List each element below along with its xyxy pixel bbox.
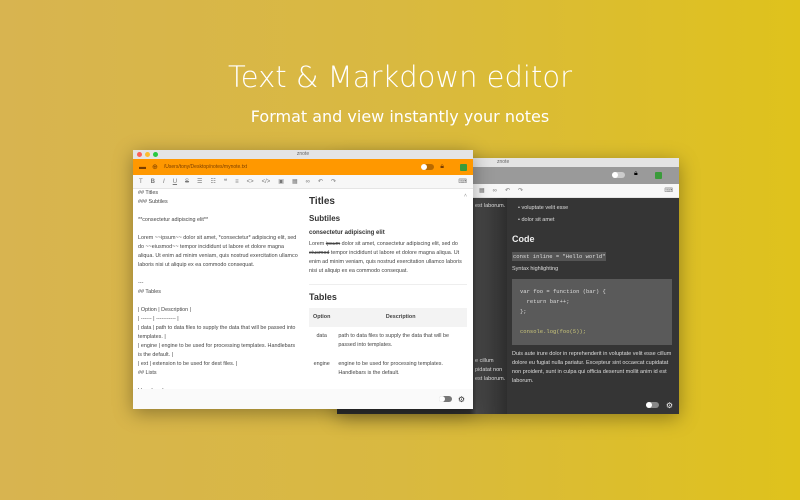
editor-line: **consectetur adipiscing elit**	[138, 217, 209, 223]
editor-line: | data | path to data files to supply th…	[138, 325, 296, 340]
paragraph: Duis aute irure dolor in reprehenderit i…	[512, 351, 672, 384]
theme-toggle[interactable]	[421, 164, 435, 170]
preview-h3: consectetur adipiscing elit	[309, 230, 385, 236]
preview-h2: Subtiles	[309, 214, 341, 223]
code-block-icon[interactable]: </>	[262, 179, 271, 185]
editor-line: ## Titles	[138, 190, 159, 196]
italic-icon[interactable]: I	[163, 179, 165, 185]
title-bar: znote	[133, 150, 473, 159]
code-line: };	[520, 308, 527, 315]
editor-line: | Option | Description |	[138, 307, 192, 313]
window-title: znote	[296, 151, 310, 157]
hero-title: Text & Markdown editor	[227, 60, 573, 94]
code-line: return bar++;	[520, 298, 570, 305]
bullet-list-icon[interactable]: ☰	[197, 178, 202, 185]
numbered-list-icon[interactable]: ☷	[210, 178, 215, 185]
strikethrough-icon[interactable]: S	[185, 179, 189, 185]
maximize-button[interactable]	[153, 152, 158, 157]
preview-toggle[interactable]	[438, 396, 452, 402]
code-icon[interactable]: <>	[247, 179, 254, 185]
keyboard-icon[interactable]: ⌨	[664, 187, 673, 194]
editor-line: ### Subtiles	[138, 199, 168, 205]
table-icon[interactable]: ▦	[479, 187, 485, 194]
hero-subtitle: Format and view instantly your notes	[250, 107, 550, 126]
theme-toggle[interactable]	[612, 172, 625, 178]
markdown-editor[interactable]: ## Titles ### Subtiles **consectetur adipi…	[133, 189, 305, 389]
undo-icon[interactable]: ↶	[318, 178, 323, 185]
undo-icon[interactable]: ↶	[505, 187, 510, 194]
light-mode-window: znote ▬ ⊕ /Users/tony/Desktop/notes/myno…	[133, 150, 473, 409]
editor-line: | ext | extension to be used for dest fi…	[138, 361, 238, 367]
code-heading: Code	[512, 234, 535, 244]
heading-icon[interactable]: T	[139, 179, 143, 185]
settings-icon[interactable]: ⚙	[666, 401, 673, 410]
preview-paragraph: Lorem ipsum dolor sit amet, consectetur …	[309, 241, 462, 274]
table-icon[interactable]: ▦	[292, 178, 298, 185]
editor-line: ## Tables	[138, 289, 161, 295]
add-note-icon[interactable]: ⊕	[152, 163, 158, 171]
table-row: data path to data files to supply the dat…	[316, 333, 449, 348]
close-button[interactable]	[137, 152, 142, 157]
editor-line: ## Lists	[138, 370, 157, 376]
table-header: Option	[309, 308, 335, 327]
preview-toggle[interactable]	[646, 402, 659, 408]
code-line: console.log(foo(5));	[520, 328, 587, 335]
table-row: engine engine to be used for processing t…	[313, 361, 443, 376]
lock-icon[interactable]: 🔒︎	[440, 163, 444, 171]
editor-line: | ------ | ----------- |	[138, 316, 179, 322]
image-icon[interactable]: ▣	[278, 178, 284, 185]
underline-icon[interactable]: U	[173, 179, 177, 185]
footer: ⚙	[133, 389, 473, 409]
editor-line: est laborum.	[475, 203, 506, 209]
bold-icon[interactable]: B	[151, 179, 155, 185]
scroll-up-icon[interactable]: ˄	[464, 192, 467, 201]
link-icon[interactable]: ∞	[493, 188, 497, 194]
editor-line: | engine | engine to be used for process…	[138, 343, 296, 358]
top-bar: ▬ ⊕ /Users/tony/Desktop/notes/mynote.txt…	[133, 159, 473, 175]
redo-icon[interactable]: ↷	[518, 187, 523, 194]
keyboard-icon[interactable]: ⌨	[458, 178, 467, 185]
code-block: var foo = function (bar) { return bar++;…	[512, 279, 672, 345]
code-line: var foo = function (bar) {	[520, 288, 606, 295]
table-header: Description	[334, 308, 467, 327]
syntax-label: Syntax highlighting	[512, 266, 559, 272]
save-icon[interactable]	[460, 163, 467, 171]
list-item: dolor sit amet	[521, 217, 555, 223]
inline-code: const inline = "Hello world"	[512, 252, 607, 261]
preview-h1: Titles	[309, 196, 335, 207]
editor-line: Lorem ~~ipsum~~ dolor sit amet, *consect…	[138, 235, 298, 268]
file-path: /Users/tony/Desktop/notes/mynote.txt	[163, 164, 247, 170]
link-icon[interactable]: ∞	[306, 179, 310, 185]
editor-line: est laborum.	[475, 376, 506, 382]
window-title: znote	[497, 159, 510, 165]
list-item: voluptate velit esse	[521, 205, 569, 211]
format-toolbar: T B I U S ☰ ☷ ❝ ≡ <> </> ▣ ▦ ∞ ↶ ↷ ⌨	[133, 175, 473, 189]
editor-line: pidatat non	[475, 367, 503, 373]
settings-icon[interactable]: ⚙	[458, 395, 465, 404]
hr-icon[interactable]: ≡	[235, 179, 239, 185]
lock-icon[interactable]: 🔒︎	[634, 170, 638, 178]
redo-icon[interactable]: ↷	[331, 178, 336, 185]
minimize-button[interactable]	[145, 152, 150, 157]
editor-line: e cillum	[475, 358, 494, 364]
markdown-preview: ˄ Titles Subtiles consectetur adipiscing…	[305, 189, 473, 389]
quote-icon[interactable]: ❝	[224, 178, 227, 185]
dark-preview: • voluptate velit esse • dolor sit amet …	[512, 205, 672, 384]
editor-line: ---	[138, 280, 144, 286]
save-icon[interactable]	[655, 172, 662, 179]
tables-heading: Tables	[309, 292, 337, 302]
options-table: Option Description data path to data files…	[309, 308, 467, 383]
folder-icon[interactable]: ▬	[139, 164, 146, 171]
